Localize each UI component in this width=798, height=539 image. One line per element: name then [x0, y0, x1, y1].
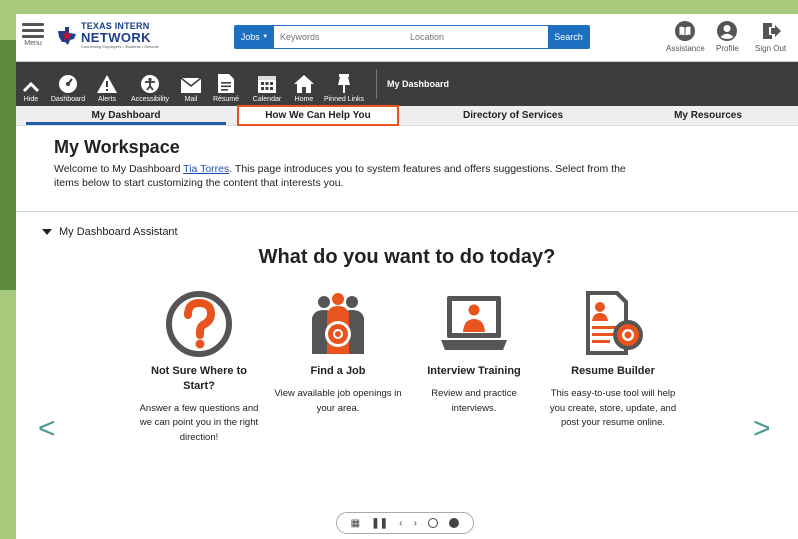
pause-icon[interactable]: ❚❚: [371, 518, 388, 529]
profile-button[interactable]: Profile: [716, 20, 739, 53]
toolbar-dashboard[interactable]: Dashboard: [46, 62, 90, 106]
assistant-question: What do you want to do today?: [258, 246, 556, 268]
logo-line2: NETWORK: [81, 30, 151, 45]
calendar-icon: [258, 76, 276, 93]
card-interview-training[interactable]: Interview Training Review and practice i…: [409, 290, 539, 416]
toolbar-alerts-label: Alerts: [98, 96, 116, 103]
card-find-a-job[interactable]: Find a Job View available job openings i…: [273, 290, 403, 416]
search-bar: Jobs ▼ Search: [234, 25, 590, 49]
accessibility-icon: [141, 75, 159, 93]
profile-label: Profile: [716, 44, 739, 53]
tab-directory-of-services[interactable]: Directory of Services: [398, 106, 628, 125]
search-button[interactable]: Search: [548, 26, 589, 48]
toolbar-pinned-links-label: Pinned Links: [323, 96, 365, 103]
home-icon: [294, 75, 314, 93]
assistant-heading: My Dashboard Assistant: [59, 226, 178, 238]
search-category-label: Jobs: [240, 32, 260, 42]
caret-down-icon: [42, 229, 52, 235]
carousel-dot-1[interactable]: [428, 518, 439, 528]
assistant-toggle[interactable]: My Dashboard Assistant: [42, 226, 178, 238]
card-title: Resume Builder: [571, 365, 655, 377]
top-header: Menu TEXAS INTERN NETWORK Connecting Emp…: [16, 14, 798, 62]
section-tabs: My Dashboard How We Can Help You Directo…: [16, 105, 798, 126]
assistance-label: Assistance: [666, 44, 705, 53]
user-name-link[interactable]: Tia Torres: [183, 163, 229, 175]
toolbar-alerts[interactable]: Alerts: [90, 62, 124, 106]
hamburger-icon: [22, 23, 44, 38]
card-description: Answer a few questions and we can point …: [139, 402, 259, 444]
keywords-input[interactable]: [274, 26, 404, 48]
document-icon: [218, 74, 234, 93]
carousel-next-arrow[interactable]: >: [753, 412, 771, 446]
carousel-controls: ▦ ❚❚ ‹ ›: [336, 512, 474, 534]
texas-star-icon: [56, 25, 78, 47]
assistance-button[interactable]: Assistance: [666, 20, 705, 53]
page-title: My Workspace: [54, 137, 180, 157]
app-window: Menu TEXAS INTERN NETWORK Connecting Emp…: [16, 14, 798, 539]
card-resume-builder[interactable]: Resume Builder This easy-to-use tool wil…: [548, 290, 678, 431]
workspace-intro: Welcome to My Dashboard Tia Torres. This…: [54, 163, 644, 190]
card-not-sure-where-to-start[interactable]: Not Sure Where to Start? Answer a few qu…: [134, 290, 264, 446]
user-icon: [717, 21, 738, 41]
site-logo[interactable]: TEXAS INTERN NETWORK Connecting Employer…: [56, 22, 159, 49]
menu-label: Menu: [24, 40, 42, 47]
toolbar-calendar-label: Calendar: [252, 96, 282, 103]
card-description: Review and practice interviews.: [431, 387, 517, 414]
intro-text-start: Welcome to My Dashboard: [54, 163, 184, 175]
tab-my-resources[interactable]: My Resources: [628, 106, 788, 125]
toolbar-home-label: Home: [294, 96, 314, 103]
sign-out-icon: [762, 23, 781, 39]
chevron-left-icon[interactable]: ‹: [399, 518, 402, 529]
toolbar-home[interactable]: Home: [288, 62, 320, 106]
sign-out-button[interactable]: Sign Out: [755, 20, 786, 53]
chevron-right-icon[interactable]: ›: [414, 518, 417, 529]
workspace-section: My Workspace Welcome to My Dashboard Tia…: [16, 126, 798, 212]
toolbar-resume[interactable]: Résumé: [206, 62, 246, 106]
toolbar-page-title: My Dashboard: [387, 79, 450, 89]
toolbar-dashboard-label: Dashboard: [50, 96, 86, 103]
tab-my-dashboard[interactable]: My Dashboard: [26, 106, 226, 125]
card-title: Find a Job: [310, 365, 366, 377]
card-title: Interview Training: [427, 365, 521, 377]
toolbar-accessibility[interactable]: Accessibility: [124, 62, 176, 106]
pin-icon: [338, 74, 350, 93]
card-title: Not Sure Where to Start?: [151, 365, 247, 392]
carousel-prev-arrow[interactable]: <: [38, 412, 56, 446]
question-icon: [134, 290, 264, 358]
toolbar-divider: [376, 69, 377, 99]
toolbar-resume-label: Résumé: [212, 96, 240, 103]
toolbar-accessibility-label: Accessibility: [130, 96, 170, 103]
toolbar-mail[interactable]: Mail: [176, 62, 206, 106]
resume-builder-icon: [548, 290, 678, 358]
book-icon: [675, 21, 696, 41]
main-toolbar: Hide Dashboard Alerts Accessibility Mail…: [16, 62, 798, 106]
grid-view-icon[interactable]: ▦: [351, 518, 360, 529]
interview-icon: [409, 290, 539, 358]
card-description: This easy-to-use tool will help you crea…: [549, 387, 677, 429]
carousel-dot-2[interactable]: [449, 518, 460, 528]
mail-icon: [180, 77, 202, 93]
menu-button[interactable]: Menu: [22, 20, 44, 47]
toolbar-pinned-links[interactable]: Pinned Links: [320, 62, 368, 106]
dashboard-assistant: My Dashboard Assistant What do you want …: [16, 212, 798, 538]
job-search-icon: [273, 290, 403, 358]
toolbar-mail-label: Mail: [184, 96, 198, 103]
logo-tagline: Connecting Employers • Students • School…: [81, 44, 159, 49]
card-description: View available job openings in your area…: [274, 387, 402, 414]
chevron-down-icon: ▼: [262, 34, 269, 40]
toolbar-hide[interactable]: Hide: [16, 62, 46, 106]
sign-out-label: Sign Out: [755, 44, 787, 53]
chevron-up-icon: [22, 81, 40, 93]
search-category-select[interactable]: Jobs ▼: [235, 26, 274, 48]
location-input[interactable]: [404, 26, 548, 48]
toolbar-calendar[interactable]: Calendar: [246, 62, 288, 106]
left-background-band: [0, 40, 16, 290]
tab-how-we-can-help-you[interactable]: How We Can Help You: [237, 105, 399, 126]
toolbar-hide-label: Hide: [23, 96, 39, 103]
gauge-icon: [59, 75, 77, 93]
warning-icon: [97, 75, 117, 93]
